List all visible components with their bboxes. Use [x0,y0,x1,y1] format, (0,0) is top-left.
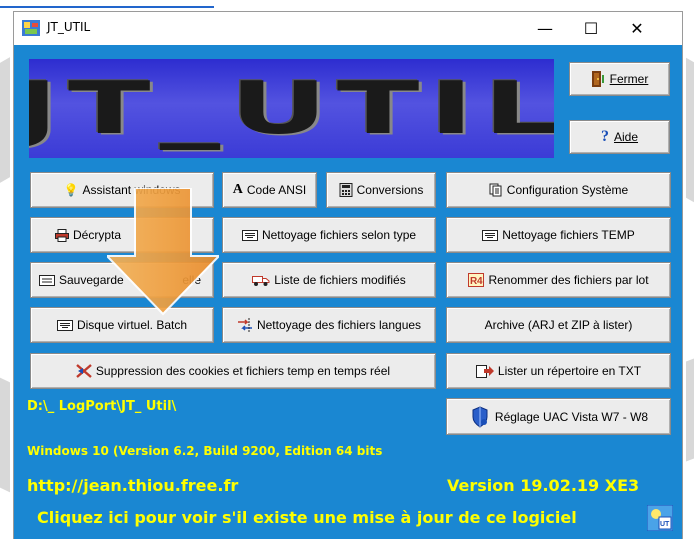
configuration-systeme-button[interactable]: Configuration Système [446,172,671,208]
lightbulb-icon: 💡 [63,183,79,197]
keyboard-icon [482,229,499,241]
disk-icon [39,274,55,286]
app-version-text: Version 19.02.19 XE3 [447,476,640,495]
liste-fichiers-modifies-button[interactable]: Liste de fichiers modifiés [222,262,436,298]
logo-banner: JT_UTIL [29,59,554,158]
fermer-button[interactable]: Fermer [569,62,670,96]
nettoyage-selon-type-label: Nettoyage fichiers selon type [261,228,417,242]
ansi-a-icon: A [232,182,243,197]
liste-fichiers-modifies-label: Liste de fichiers modifiés [274,273,406,287]
svg-text:4: 4 [477,276,483,287]
code-ansi-label: Code ANSI [246,183,307,197]
suppression-cookies-button[interactable]: Suppression des cookies et fichiers temp… [30,353,436,389]
nettoyage-selon-type-button[interactable]: Nettoyage fichiers selon type [222,217,436,253]
rename-icon: R 4 [468,273,485,287]
keyboard-icon [56,319,73,331]
flag-icon [237,318,252,332]
update-check-link[interactable]: Cliquez ici pour voir s'il existe une mi… [37,508,577,527]
disque-virtuel-label: Disque virtuel. Batch [76,318,188,332]
os-version-text: Windows 10 (Version 6.2, Build 9200, Edi… [27,444,383,458]
conversions-button[interactable]: Conversions [326,172,436,208]
nettoyage-langues-button[interactable]: Nettoyage des fichiers langues [222,307,436,343]
logo-text: JT_UTIL [29,67,554,150]
background-shard [686,358,694,462]
background-shard [686,57,694,203]
shield-icon [472,405,488,428]
app-icon [22,20,40,36]
truck-icon [252,275,270,286]
pages-icon [489,183,502,197]
down-arrow-overlay [107,188,219,316]
update-logo-icon[interactable]: UT [647,505,673,531]
nettoyage-langues-label: Nettoyage des fichiers langues [256,318,422,332]
nettoyage-temp-button[interactable]: Nettoyage fichiers TEMP [446,217,671,253]
renommer-fichiers-button[interactable]: R 4 Renommer des fichiers par lot [446,262,671,298]
reglage-uac-button[interactable]: Réglage UAC Vista W7 - W8 [446,398,671,435]
lister-repertoire-txt-label: Lister un répertoire en TXT [497,364,642,378]
suppression-cookies-label: Suppression des cookies et fichiers temp… [95,364,391,378]
website-url[interactable]: http://jean.thiou.free.fr [27,476,238,495]
archive-button[interactable]: Archive (ARJ et ZIP à lister) [446,307,671,343]
reglage-uac-label: Réglage UAC Vista W7 - W8 [494,409,649,424]
maximize-button[interactable]: ☐ [568,12,614,45]
close-button[interactable]: ✕ [614,12,660,45]
conversions-label: Conversions [356,183,424,197]
minimize-icon: — [537,19,553,38]
renommer-fichiers-label: Renommer des fichiers par lot [488,273,649,287]
window-title: JT_UTIL [47,20,91,34]
background-shard [0,377,10,493]
aide-label: Aide [613,130,639,144]
aide-button[interactable]: ? Aide [569,120,670,154]
fermer-label: Fermer [609,72,649,86]
minimize-button[interactable]: — [522,12,568,45]
archive-label: Archive (ARJ et ZIP à lister) [484,318,633,332]
background-shard [0,57,10,183]
configuration-systeme-label: Configuration Système [506,183,629,197]
maximize-icon: ☐ [583,19,599,38]
lister-repertoire-txt-button[interactable]: Lister un répertoire en TXT [446,353,671,389]
nettoyage-temp-label: Nettoyage fichiers TEMP [502,228,635,242]
cookie-delete-icon [76,364,92,378]
path-text: D:\_ LogPort\JT_ Util\ [27,399,177,414]
code-ansi-button[interactable]: A Code ANSI [222,172,317,208]
background-link-underline [0,0,214,8]
keyboard-icon [241,229,258,241]
exit-door-icon [591,71,604,87]
help-icon: ? [600,128,609,145]
calculator-icon [339,183,353,197]
folder-arrow-icon [475,365,494,378]
printer-icon [55,228,69,242]
svg-text:UT: UT [660,521,670,528]
close-icon: ✕ [630,19,644,38]
title-bar: JT_UTIL — ☐ ✕ [14,12,682,45]
